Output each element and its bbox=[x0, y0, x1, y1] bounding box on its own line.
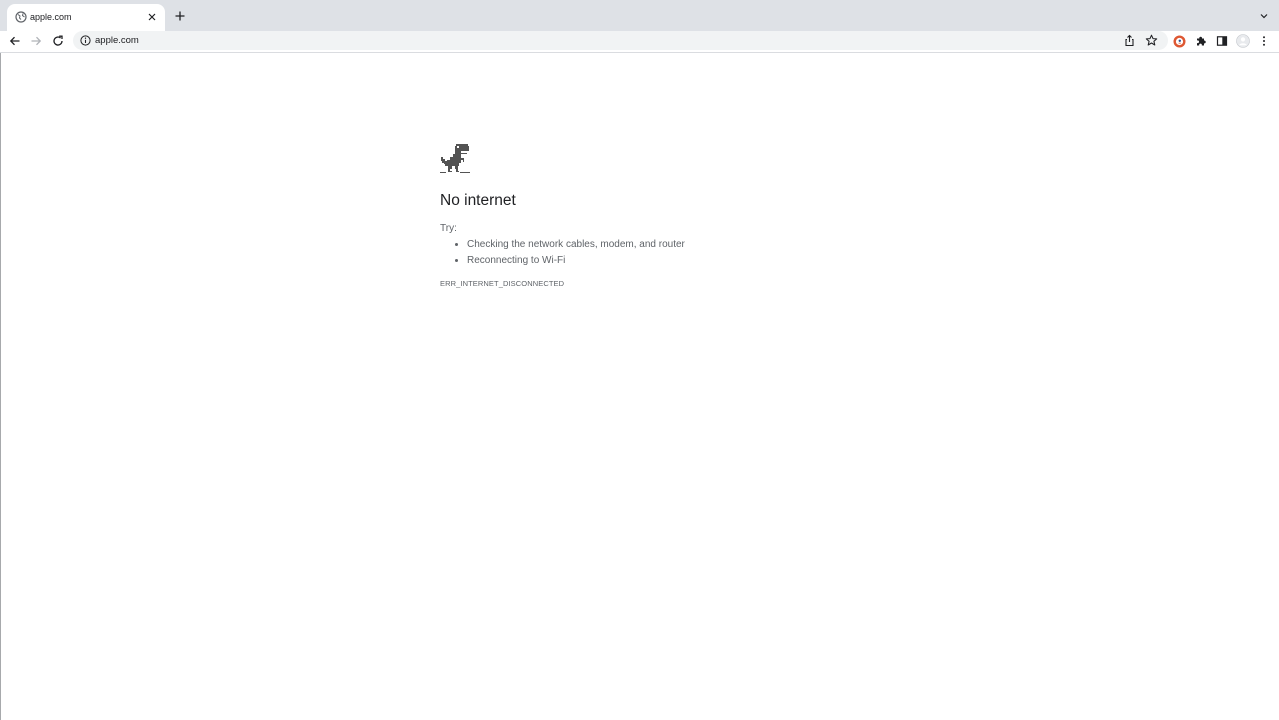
list-item: Reconnecting to Wi-Fi bbox=[467, 253, 685, 269]
close-icon[interactable] bbox=[145, 10, 159, 24]
try-label: Try: bbox=[440, 223, 457, 234]
url-text[interactable]: apple.com bbox=[95, 34, 139, 47]
arrow-right-icon bbox=[31, 36, 42, 46]
chevron-down-icon[interactable] bbox=[1259, 11, 1269, 21]
globe-icon bbox=[15, 11, 27, 23]
dinosaur-icon[interactable] bbox=[440, 143, 470, 174]
reload-icon bbox=[53, 35, 63, 46]
viewport-edge bbox=[0, 53, 1, 720]
tab-apple[interactable]: apple.com bbox=[7, 4, 165, 31]
share-icon[interactable] bbox=[1123, 34, 1136, 47]
list-item: Checking the network cables, modem, and … bbox=[467, 237, 685, 253]
duckduckgo-extension-button[interactable] bbox=[1171, 33, 1187, 49]
menu-button[interactable] bbox=[1256, 33, 1272, 49]
star-icon[interactable] bbox=[1145, 34, 1158, 47]
page-title: No internet bbox=[440, 192, 516, 209]
reload-button[interactable] bbox=[50, 33, 66, 49]
toolbar: apple.com bbox=[0, 31, 1279, 53]
puzzle-icon bbox=[1197, 36, 1206, 46]
omnibox[interactable]: apple.com bbox=[73, 31, 1168, 50]
plus-icon[interactable] bbox=[173, 9, 187, 23]
kebab-menu-icon bbox=[1263, 36, 1265, 46]
side-panel-button[interactable] bbox=[1214, 33, 1230, 49]
extensions-button[interactable] bbox=[1193, 33, 1209, 49]
error-code: ERR_INTERNET_DISCONNECTED bbox=[440, 279, 565, 288]
info-icon[interactable] bbox=[80, 35, 91, 46]
avatar-icon bbox=[1236, 34, 1250, 48]
side-panel-icon bbox=[1216, 36, 1228, 46]
forward-button[interactable] bbox=[28, 33, 44, 49]
profile-button[interactable] bbox=[1235, 33, 1251, 49]
tab-title: apple.com bbox=[30, 12, 72, 22]
tab-strip: apple.com bbox=[0, 0, 1279, 31]
duckduckgo-icon bbox=[1173, 35, 1185, 47]
back-button[interactable] bbox=[7, 33, 23, 49]
browser-window: apple.com apple.com No internet Try: • C… bbox=[0, 0, 1279, 720]
arrow-left-icon bbox=[9, 36, 20, 46]
suggestion-list: Checking the network cables, modem, and … bbox=[440, 237, 685, 269]
